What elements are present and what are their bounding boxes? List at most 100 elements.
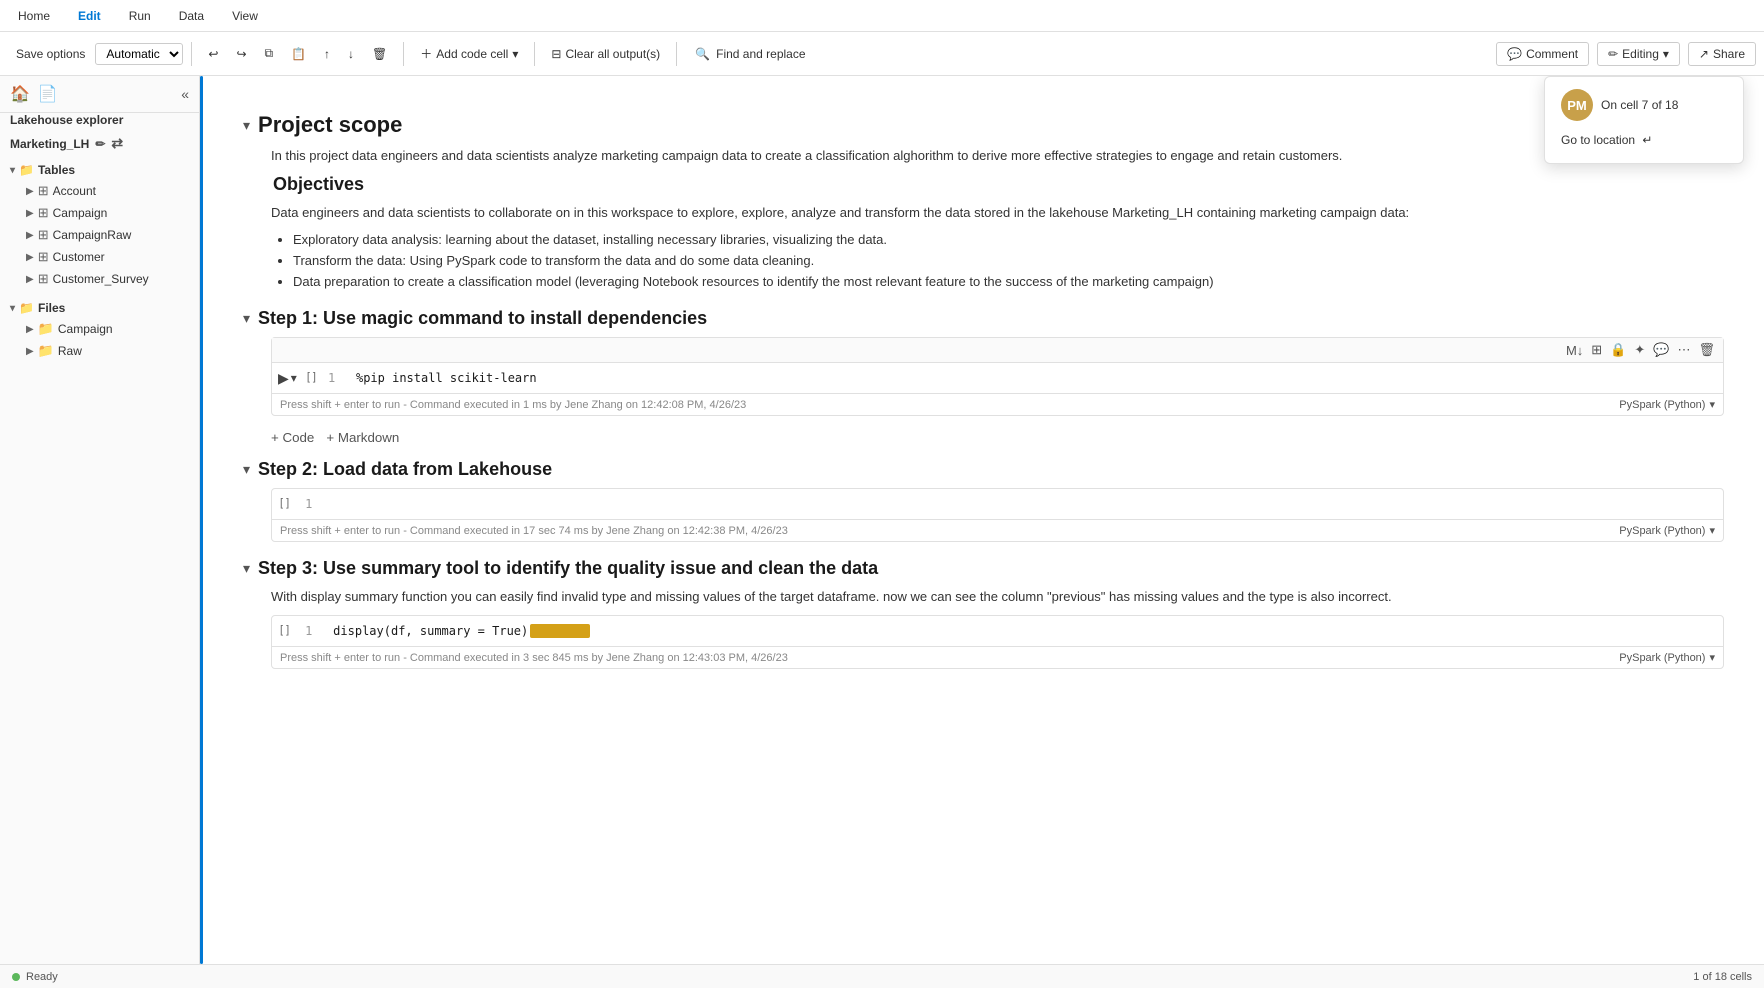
clear-outputs-button[interactable]: ⊟ Clear all output(s): [543, 43, 668, 65]
files-section: ▾ 📁 Files ▶ 📁 Campaign ▶ 📁 Raw: [0, 294, 199, 366]
cell-lock-button[interactable]: 🔒: [1608, 340, 1628, 360]
step2-title: Step 2: Load data from Lakehouse: [258, 459, 552, 480]
share-button[interactable]: ↗ Share: [1688, 42, 1756, 66]
collapse-sidebar-button[interactable]: «: [181, 86, 189, 102]
files-chevron: ▾: [10, 303, 15, 314]
edit-lakehouse-icon[interactable]: ✏: [95, 137, 105, 151]
save-options-button[interactable]: Save options: [8, 43, 93, 65]
editing-button[interactable]: ✏ Editing ▾: [1597, 42, 1680, 66]
undo-button[interactable]: ↩: [200, 43, 226, 65]
step1-add-code-button[interactable]: + Code: [271, 430, 314, 445]
paste-cell-button[interactable]: 📋: [283, 43, 314, 65]
cell-add-button[interactable]: ⊞: [1589, 340, 1604, 360]
step3-toggle[interactable]: ▾: [243, 560, 250, 577]
objectives-list: Exploratory data analysis: learning abou…: [243, 230, 1724, 292]
redo-icon: ↪: [236, 47, 246, 61]
step1-bracket: [ ]: [303, 363, 320, 393]
sidebar-item-campaignraw[interactable]: ▶ ⊞ CampaignRaw: [0, 224, 199, 246]
move-up-icon: ↑: [324, 47, 330, 61]
save-group: Save options Automatic: [8, 43, 183, 65]
step3-pyspark-badge[interactable]: PySpark (Python) ▾: [1619, 651, 1715, 664]
table-icon-account: ⊞: [38, 183, 49, 199]
sidebar-item-files-campaign[interactable]: ▶ 📁 Campaign: [0, 318, 199, 340]
menu-run[interactable]: Run: [123, 5, 157, 27]
sidebar-item-customer[interactable]: ▶ ⊞ Customer: [0, 246, 199, 268]
cell-magic-button[interactable]: ✦: [1632, 340, 1647, 360]
home-icon-button[interactable]: 🏠: [10, 84, 30, 104]
menu-view[interactable]: View: [226, 5, 264, 27]
chevron-down-icon: ▾: [512, 47, 518, 61]
file-icon-button[interactable]: 📄: [38, 84, 58, 104]
sidebar-item-campaign[interactable]: ▶ ⊞ Campaign: [0, 202, 199, 224]
comment-button[interactable]: 💬 Comment: [1496, 42, 1589, 66]
step1-code-content[interactable]: 1 %pip install scikit-learn: [320, 363, 1723, 393]
md-button[interactable]: M↓: [1564, 341, 1585, 360]
menu-home[interactable]: Home: [12, 5, 56, 27]
objectives-header: Objectives: [243, 174, 1724, 195]
step2-toggle[interactable]: ▾: [243, 461, 250, 478]
chevron-campaignraw: ▶: [26, 230, 34, 241]
content-area: PM On cell 7 of 18 Go to location ↵ ▾ Pr…: [203, 76, 1764, 964]
cell-more-button[interactable]: ⋯: [1675, 340, 1692, 360]
step1-collapse-button[interactable]: ▾: [291, 371, 297, 385]
step3-code-content[interactable]: 1 display(df, summary = True): [297, 616, 1723, 647]
project-scope-toggle[interactable]: ▾: [243, 117, 250, 134]
step1-code-line: 1 %pip install scikit-learn: [328, 371, 1715, 385]
folder-icon-campaign: 📁: [38, 321, 54, 337]
step1-toggle[interactable]: ▾: [243, 310, 250, 327]
step2-code-content[interactable]: 1: [297, 489, 1723, 519]
step3-code-line: 1 display(df, summary = True): [305, 624, 1715, 639]
tables-header[interactable]: ▾ 📁 Tables: [0, 160, 199, 180]
separator-1: [191, 42, 192, 66]
sidebar-item-raw[interactable]: ▶ 📁 Raw: [0, 340, 199, 362]
tooltip-popup: PM On cell 7 of 18 Go to location ↵: [1544, 76, 1744, 164]
objective-item-3: Data preparation to create a classificat…: [293, 272, 1724, 293]
menu-data[interactable]: Data: [173, 5, 210, 27]
table-icon-customer-survey: ⊞: [38, 271, 49, 287]
sidebar-title: Lakehouse explorer: [0, 113, 199, 131]
sidebar-item-account[interactable]: ▶ ⊞ Account: [0, 180, 199, 202]
objective-item-2: Transform the data: Using PySpark code t…: [293, 251, 1724, 272]
step1-run-button[interactable]: ▶: [278, 370, 289, 387]
find-replace-button[interactable]: 🔍 Find and replace: [685, 43, 815, 65]
folder-icon-raw: 📁: [38, 343, 54, 359]
step2-header: ▾ Step 2: Load data from Lakehouse: [243, 459, 1724, 480]
delete-icon: 🗑: [372, 47, 387, 61]
redo-button[interactable]: ↪: [228, 43, 254, 65]
sidebar-item-customer-survey[interactable]: ▶ ⊞ Customer_Survey: [0, 268, 199, 290]
chevron-account: ▶: [26, 186, 34, 197]
objective-item-1: Exploratory data analysis: learning abou…: [293, 230, 1724, 251]
tooltip-header: PM On cell 7 of 18: [1561, 89, 1727, 121]
history-group: ↩ ↪ ⧉ 📋 ↑ ↓ 🗑: [200, 42, 395, 65]
go-to-location-button[interactable]: Go to location ↵: [1561, 129, 1727, 151]
cell-comment-button[interactable]: 💬: [1651, 340, 1671, 360]
tables-chevron: ▾: [10, 165, 15, 176]
move-down-button[interactable]: ↓: [340, 43, 362, 65]
tooltip-cell-info: On cell 7 of 18: [1601, 98, 1678, 112]
move-up-button[interactable]: ↑: [316, 43, 338, 65]
copy-cell-button[interactable]: ⧉: [257, 42, 282, 65]
chevron-down-icon-step1: ▾: [1709, 398, 1715, 411]
files-header[interactable]: ▾ 📁 Files: [0, 298, 199, 318]
step1-add-markdown-button[interactable]: + Markdown: [326, 430, 399, 445]
cell-delete-button[interactable]: 🗑: [1696, 340, 1717, 360]
save-options-label: Save options: [16, 47, 85, 61]
step2-pyspark-badge[interactable]: PySpark (Python) ▾: [1619, 524, 1715, 537]
project-scope-title: Project scope: [258, 112, 402, 138]
step3-header: ▾ Step 3: Use summary tool to identify t…: [243, 558, 1724, 579]
delete-cell-button[interactable]: 🗑: [364, 43, 395, 65]
status-bar: Ready 1 of 18 cells: [0, 964, 1764, 988]
refresh-icon[interactable]: ⇄: [111, 135, 123, 152]
table-icon-campaign: ⊞: [38, 205, 49, 221]
tables-folder-icon: 📁: [19, 163, 34, 177]
step3-cell-meta: Press shift + enter to run - Command exe…: [272, 646, 1723, 668]
sidebar: 🏠 📄 « Lakehouse explorer Marketing_LH ✏ …: [0, 76, 200, 964]
step1-add-cell-row: + Code + Markdown: [243, 424, 1724, 451]
save-options-select[interactable]: Automatic: [95, 43, 183, 65]
step3-code-text: display(df, summary = True): [333, 624, 590, 639]
menu-edit[interactable]: Edit: [72, 5, 107, 27]
step3-cell-body: [ ] 1 display(df, summary = True): [272, 616, 1723, 647]
add-code-cell-button[interactable]: ＋ Add code cell ▾: [412, 41, 526, 66]
step3-code-highlight: [530, 624, 590, 638]
step1-pyspark-badge[interactable]: PySpark (Python) ▾: [1619, 398, 1715, 411]
